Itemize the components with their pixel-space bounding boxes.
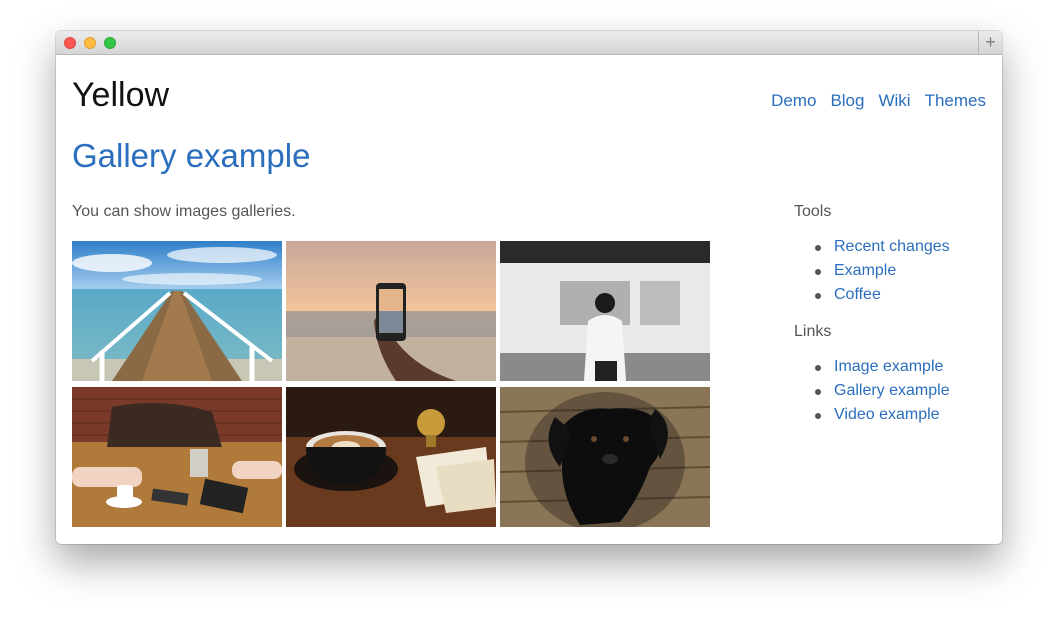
phone-sunset-photo[interactable]	[286, 241, 496, 381]
list-item: Gallery example	[815, 379, 984, 403]
sidebar: Tools Recent changes Example Coffee Link…	[794, 203, 984, 443]
cafe-table-photo[interactable]	[72, 387, 282, 527]
coffee-cup-photo[interactable]	[286, 387, 496, 527]
nav-item-themes[interactable]: Themes	[925, 91, 986, 111]
browser-window: + Yellow Demo Blog Wiki Themes Gallery e…	[56, 31, 1002, 544]
new-tab-button[interactable]: +	[978, 31, 1002, 54]
gallery-example-link[interactable]: Gallery example	[834, 382, 950, 399]
list-item: Example	[815, 259, 984, 283]
page-title[interactable]: Gallery example	[72, 135, 310, 177]
site-title[interactable]: Yellow	[72, 75, 169, 115]
links-list: Image example Gallery example Video exam…	[794, 355, 984, 427]
minimize-window-button[interactable]	[84, 37, 96, 49]
coffee-link[interactable]: Coffee	[834, 286, 881, 303]
list-item: Coffee	[815, 283, 984, 307]
pier-photo[interactable]	[72, 241, 282, 381]
recent-changes-link[interactable]: Recent changes	[834, 238, 950, 255]
maximize-window-button[interactable]	[104, 37, 116, 49]
nav-item-wiki[interactable]: Wiki	[878, 91, 910, 111]
links-heading: Links	[794, 323, 832, 340]
tools-heading: Tools	[794, 203, 832, 220]
image-example-link[interactable]: Image example	[834, 358, 943, 375]
video-example-link[interactable]: Video example	[834, 406, 940, 423]
train-platform-photo[interactable]	[500, 241, 710, 381]
black-dog-photo[interactable]	[500, 387, 710, 527]
list-item: Image example	[815, 355, 984, 379]
main-nav: Demo Blog Wiki Themes	[771, 91, 986, 111]
list-item: Recent changes	[815, 235, 984, 259]
list-item: Video example	[815, 403, 984, 427]
close-window-button[interactable]	[64, 37, 76, 49]
window-titlebar: +	[56, 31, 1002, 55]
intro-text: You can show images galleries.	[72, 203, 296, 220]
tools-list: Recent changes Example Coffee	[794, 235, 984, 307]
image-gallery	[72, 241, 710, 527]
example-link[interactable]: Example	[834, 262, 896, 279]
nav-item-blog[interactable]: Blog	[830, 91, 864, 111]
nav-item-demo[interactable]: Demo	[771, 91, 816, 111]
